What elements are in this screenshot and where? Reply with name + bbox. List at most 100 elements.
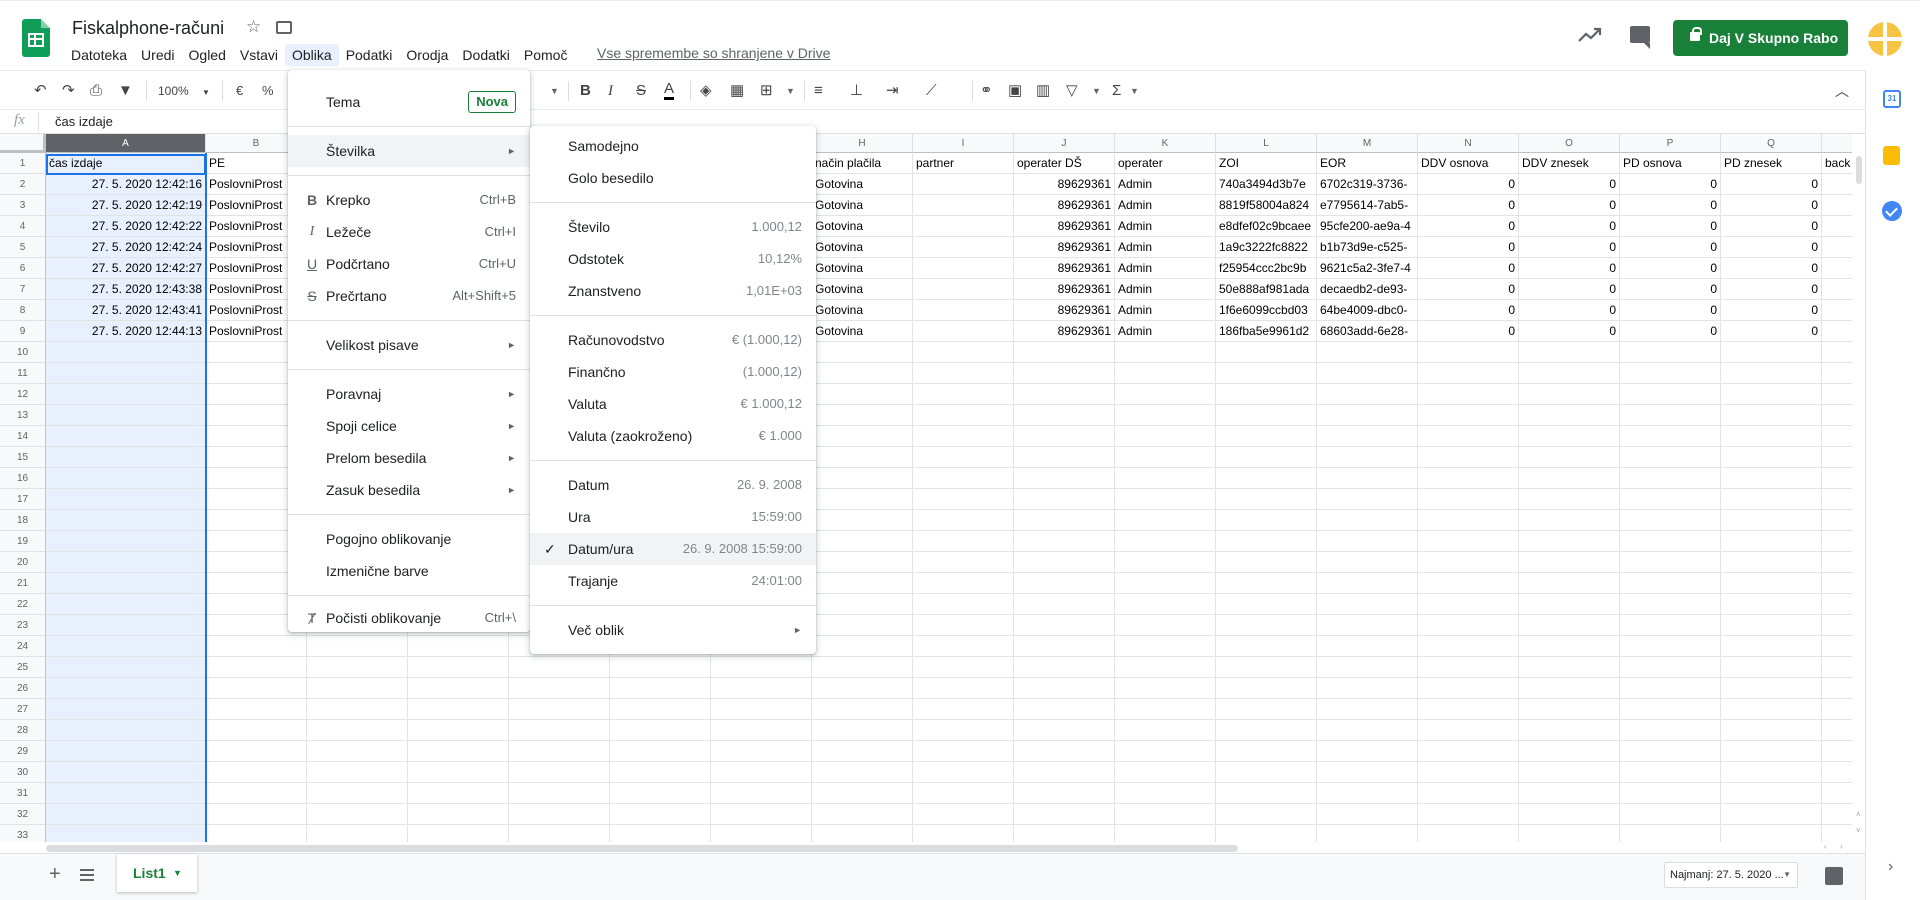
cell-h[interactable]: način plačila <box>812 153 912 174</box>
menu-item-duration[interactable]: Trajanje 24:01:00 <box>530 565 816 597</box>
cell-o[interactable]: 0 <box>1519 174 1619 195</box>
row-header[interactable]: 4 <box>0 216 46 237</box>
vertical-align-icon[interactable]: ⊥ <box>850 81 863 101</box>
cell-r[interactable]: 4 <box>1822 174 1852 195</box>
column-header[interactable]: K <box>1115 134 1216 153</box>
column-header[interactable]: I <box>913 134 1014 153</box>
cell-h[interactable]: Gotovina <box>812 300 912 321</box>
row-header[interactable]: 21 <box>0 573 46 594</box>
menu-tools[interactable]: Orodja <box>399 44 455 66</box>
move-folder-icon[interactable] <box>276 21 292 34</box>
cell-j[interactable]: 89629361 <box>1014 195 1114 216</box>
text-color-button[interactable]: A <box>664 81 675 100</box>
cell-m[interactable]: b1b73d9e-c525- <box>1317 237 1417 258</box>
cell-a[interactable]: 27. 5. 2020 12:42:16 <box>46 174 205 195</box>
cell-r[interactable]: 4 <box>1822 321 1852 342</box>
row-header[interactable]: 26 <box>0 678 46 699</box>
column-header[interactable]: Q <box>1721 134 1822 153</box>
share-button[interactable]: Daj V Skupno Rabo <box>1673 20 1848 56</box>
row-header[interactable]: 19 <box>0 531 46 552</box>
row-header[interactable]: 31 <box>0 783 46 804</box>
menu-item-percent[interactable]: Odstotek 10,12% <box>530 243 816 275</box>
cell-j[interactable]: 89629361 <box>1014 300 1114 321</box>
cell-m[interactable]: EOR <box>1317 153 1417 174</box>
row-header[interactable]: 29 <box>0 741 46 762</box>
menu-item-accounting[interactable]: Računovodstvo € (1.000,12) <box>530 324 816 356</box>
formula-input[interactable]: čas izdaje <box>55 114 113 129</box>
cell-p[interactable]: 0 <box>1620 237 1720 258</box>
cell-a[interactable]: 27. 5. 2020 12:42:19 <box>46 195 205 216</box>
active-cell[interactable] <box>46 154 206 175</box>
cell-o[interactable]: 0 <box>1519 279 1619 300</box>
cell-p[interactable]: 0 <box>1620 216 1720 237</box>
menu-item-currency-rounded[interactable]: Valuta (zaokroženo) € 1.000 <box>530 420 816 452</box>
sheets-logo-icon[interactable] <box>22 19 50 57</box>
cell-m[interactable]: 6702c319-3736- <box>1317 174 1417 195</box>
cell-q[interactable]: 0 <box>1721 258 1821 279</box>
row-header[interactable]: 2 <box>0 174 46 195</box>
scroll-up-icon[interactable]: ˄ <box>1856 810 1861 819</box>
cell-h[interactable]: Gotovina <box>812 279 912 300</box>
cell-k[interactable]: Admin <box>1115 279 1215 300</box>
cell-q[interactable]: PD znesek <box>1721 153 1821 174</box>
functions-button[interactable]: Σ <box>1112 81 1121 101</box>
row-header[interactable]: 8 <box>0 300 46 321</box>
cell-q[interactable]: 0 <box>1721 195 1821 216</box>
cell-h[interactable]: Gotovina <box>812 216 912 237</box>
menu-item-automatic[interactable]: Samodejno <box>530 130 816 162</box>
cell-h[interactable]: Gotovina <box>812 321 912 342</box>
explore-icon[interactable] <box>1825 867 1843 885</box>
row-header[interactable]: 28 <box>0 720 46 741</box>
cell-a[interactable]: 27. 5. 2020 12:42:24 <box>46 237 205 258</box>
row-header[interactable]: 3 <box>0 195 46 216</box>
menu-item-alternating-colors[interactable]: Izmenične barve <box>288 555 530 587</box>
cell-l[interactable]: 1a9c3222fc8822 <box>1216 237 1316 258</box>
cell-q[interactable]: 0 <box>1721 321 1821 342</box>
cell-p[interactable]: 0 <box>1620 321 1720 342</box>
row-header[interactable]: 20 <box>0 552 46 573</box>
cell-q[interactable]: 0 <box>1721 279 1821 300</box>
cell-q[interactable]: 0 <box>1721 174 1821 195</box>
cell-n[interactable]: 0 <box>1418 237 1518 258</box>
cell-h[interactable]: Gotovina <box>812 195 912 216</box>
cell-l[interactable]: 186fba5e9961d2 <box>1216 321 1316 342</box>
tasks-icon[interactable] <box>1882 201 1902 221</box>
italic-button[interactable]: I <box>608 81 613 101</box>
cell-m[interactable]: decaedb2-de93- <box>1317 279 1417 300</box>
row-header[interactable]: 11 <box>0 363 46 384</box>
row-header[interactable]: 10 <box>0 342 46 363</box>
borders-icon[interactable]: ▦ <box>730 81 744 101</box>
cell-j[interactable]: 89629361 <box>1014 279 1114 300</box>
save-status-link[interactable]: Vse spremembe so shranjene v Drive <box>597 45 830 61</box>
column-header[interactable]: R <box>1822 134 1852 153</box>
merge-cells-icon[interactable]: ⊞ <box>760 81 773 101</box>
cell-l[interactable]: e8dfef02c9bcaee <box>1216 216 1316 237</box>
cell-p[interactable]: 0 <box>1620 174 1720 195</box>
row-header[interactable]: 25 <box>0 657 46 678</box>
row-header[interactable]: 13 <box>0 405 46 426</box>
cell-p[interactable]: 0 <box>1620 300 1720 321</box>
cell-r[interactable]: 4 <box>1822 195 1852 216</box>
cell-j[interactable]: 89629361 <box>1014 174 1114 195</box>
cell-a[interactable]: 27. 5. 2020 12:44:13 <box>46 321 205 342</box>
cell-h[interactable]: Gotovina <box>812 237 912 258</box>
cell-p[interactable]: 0 <box>1620 279 1720 300</box>
insert-comment-icon[interactable]: ▣ <box>1008 81 1022 101</box>
cell-i[interactable]: partner <box>913 153 1013 174</box>
cell-n[interactable]: 0 <box>1418 300 1518 321</box>
cell-n[interactable]: 0 <box>1418 321 1518 342</box>
scroll-right-icon[interactable]: › <box>1840 842 1843 851</box>
cell-q[interactable]: 0 <box>1721 216 1821 237</box>
menu-help[interactable]: Pomoč <box>517 44 575 66</box>
cell-o[interactable]: 0 <box>1519 258 1619 279</box>
scroll-left-icon[interactable]: ‹ <box>1824 842 1827 851</box>
cell-n[interactable]: DDV osnova <box>1418 153 1518 174</box>
cell-q[interactable]: 0 <box>1721 300 1821 321</box>
row-header[interactable]: 16 <box>0 468 46 489</box>
horizontal-scrollbar[interactable] <box>46 845 1238 852</box>
row-header[interactable]: 5 <box>0 237 46 258</box>
cell-k[interactable]: Admin <box>1115 237 1215 258</box>
cell-o[interactable]: DDV znesek <box>1519 153 1619 174</box>
menu-item-align[interactable]: Poravnaj ► <box>288 378 530 410</box>
cell-l[interactable]: 50e888af981ada <box>1216 279 1316 300</box>
